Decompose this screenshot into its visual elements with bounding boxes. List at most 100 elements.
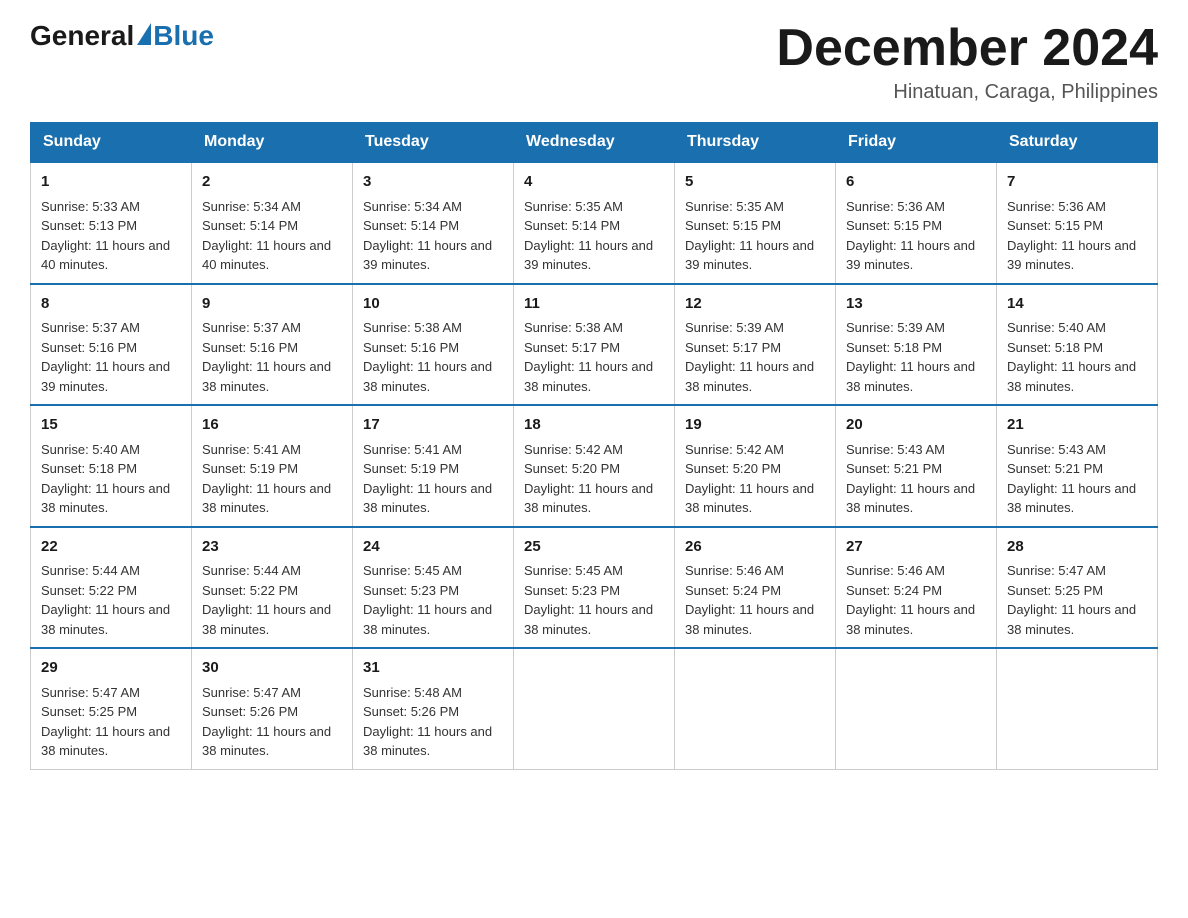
daylight-text: Daylight: 11 hours and 38 minutes.: [846, 602, 975, 637]
table-row: 12 Sunrise: 5:39 AM Sunset: 5:17 PM Dayl…: [675, 284, 836, 406]
table-row: 15 Sunrise: 5:40 AM Sunset: 5:18 PM Dayl…: [31, 405, 192, 527]
sunset-text: Sunset: 5:21 PM: [846, 461, 942, 476]
sunset-text: Sunset: 5:20 PM: [685, 461, 781, 476]
sunrise-text: Sunrise: 5:47 AM: [41, 685, 140, 700]
daylight-text: Daylight: 11 hours and 38 minutes.: [1007, 602, 1136, 637]
table-row: 17 Sunrise: 5:41 AM Sunset: 5:19 PM Dayl…: [353, 405, 514, 527]
sunset-text: Sunset: 5:17 PM: [685, 340, 781, 355]
header-thursday: Thursday: [675, 123, 836, 163]
sunset-text: Sunset: 5:22 PM: [202, 583, 298, 598]
table-row: 22 Sunrise: 5:44 AM Sunset: 5:22 PM Dayl…: [31, 527, 192, 649]
day-number: 3: [363, 171, 503, 194]
sunset-text: Sunset: 5:16 PM: [363, 340, 459, 355]
sunrise-text: Sunrise: 5:36 AM: [846, 199, 945, 214]
daylight-text: Daylight: 11 hours and 38 minutes.: [41, 602, 170, 637]
table-row: 2 Sunrise: 5:34 AM Sunset: 5:14 PM Dayli…: [192, 162, 353, 284]
calendar-week-row: 1 Sunrise: 5:33 AM Sunset: 5:13 PM Dayli…: [31, 162, 1158, 284]
sunrise-text: Sunrise: 5:45 AM: [363, 563, 462, 578]
day-number: 12: [685, 293, 825, 316]
header-monday: Monday: [192, 123, 353, 163]
day-number: 17: [363, 414, 503, 437]
sunset-text: Sunset: 5:25 PM: [1007, 583, 1103, 598]
daylight-text: Daylight: 11 hours and 38 minutes.: [1007, 359, 1136, 394]
sunrise-text: Sunrise: 5:38 AM: [363, 320, 462, 335]
sunrise-text: Sunrise: 5:38 AM: [524, 320, 623, 335]
sunrise-text: Sunrise: 5:33 AM: [41, 199, 140, 214]
table-row: 16 Sunrise: 5:41 AM Sunset: 5:19 PM Dayl…: [192, 405, 353, 527]
sunset-text: Sunset: 5:18 PM: [41, 461, 137, 476]
sunset-text: Sunset: 5:22 PM: [41, 583, 137, 598]
daylight-text: Daylight: 11 hours and 38 minutes.: [202, 359, 331, 394]
location-text: Hinatuan, Caraga, Philippines: [776, 81, 1158, 104]
sunset-text: Sunset: 5:14 PM: [202, 218, 298, 233]
daylight-text: Daylight: 11 hours and 38 minutes.: [685, 602, 814, 637]
daylight-text: Daylight: 11 hours and 40 minutes.: [41, 238, 170, 273]
daylight-text: Daylight: 11 hours and 38 minutes.: [41, 724, 170, 759]
daylight-text: Daylight: 11 hours and 39 minutes.: [846, 238, 975, 273]
header-friday: Friday: [836, 123, 997, 163]
table-row: [997, 648, 1158, 769]
table-row: 23 Sunrise: 5:44 AM Sunset: 5:22 PM Dayl…: [192, 527, 353, 649]
sunset-text: Sunset: 5:15 PM: [1007, 218, 1103, 233]
daylight-text: Daylight: 11 hours and 39 minutes.: [1007, 238, 1136, 273]
sunset-text: Sunset: 5:23 PM: [363, 583, 459, 598]
table-row: 10 Sunrise: 5:38 AM Sunset: 5:16 PM Dayl…: [353, 284, 514, 406]
table-row: [836, 648, 997, 769]
sunset-text: Sunset: 5:24 PM: [685, 583, 781, 598]
table-row: 21 Sunrise: 5:43 AM Sunset: 5:21 PM Dayl…: [997, 405, 1158, 527]
sunset-text: Sunset: 5:19 PM: [202, 461, 298, 476]
sunrise-text: Sunrise: 5:46 AM: [685, 563, 784, 578]
table-row: 3 Sunrise: 5:34 AM Sunset: 5:14 PM Dayli…: [353, 162, 514, 284]
sunrise-text: Sunrise: 5:37 AM: [202, 320, 301, 335]
daylight-text: Daylight: 11 hours and 40 minutes.: [202, 238, 331, 273]
day-number: 1: [41, 171, 181, 194]
sunset-text: Sunset: 5:20 PM: [524, 461, 620, 476]
day-number: 20: [846, 414, 986, 437]
sunrise-text: Sunrise: 5:39 AM: [846, 320, 945, 335]
sunset-text: Sunset: 5:25 PM: [41, 704, 137, 719]
sunrise-text: Sunrise: 5:46 AM: [846, 563, 945, 578]
daylight-text: Daylight: 11 hours and 38 minutes.: [1007, 481, 1136, 516]
daylight-text: Daylight: 11 hours and 38 minutes.: [202, 602, 331, 637]
table-row: [514, 648, 675, 769]
day-number: 28: [1007, 536, 1147, 559]
table-row: [675, 648, 836, 769]
sunrise-text: Sunrise: 5:47 AM: [1007, 563, 1106, 578]
calendar-week-row: 15 Sunrise: 5:40 AM Sunset: 5:18 PM Dayl…: [31, 405, 1158, 527]
sunset-text: Sunset: 5:18 PM: [1007, 340, 1103, 355]
day-number: 25: [524, 536, 664, 559]
day-number: 14: [1007, 293, 1147, 316]
page-header: General Blue December 2024 Hinatuan, Car…: [30, 20, 1158, 104]
sunrise-text: Sunrise: 5:37 AM: [41, 320, 140, 335]
day-number: 26: [685, 536, 825, 559]
sunrise-text: Sunrise: 5:41 AM: [202, 442, 301, 457]
sunrise-text: Sunrise: 5:45 AM: [524, 563, 623, 578]
table-row: 14 Sunrise: 5:40 AM Sunset: 5:18 PM Dayl…: [997, 284, 1158, 406]
day-number: 23: [202, 536, 342, 559]
sunrise-text: Sunrise: 5:34 AM: [363, 199, 462, 214]
table-row: 1 Sunrise: 5:33 AM Sunset: 5:13 PM Dayli…: [31, 162, 192, 284]
day-number: 5: [685, 171, 825, 194]
daylight-text: Daylight: 11 hours and 38 minutes.: [363, 481, 492, 516]
daylight-text: Daylight: 11 hours and 38 minutes.: [524, 359, 653, 394]
sunrise-text: Sunrise: 5:40 AM: [1007, 320, 1106, 335]
sunset-text: Sunset: 5:26 PM: [202, 704, 298, 719]
sunset-text: Sunset: 5:14 PM: [363, 218, 459, 233]
sunrise-text: Sunrise: 5:35 AM: [524, 199, 623, 214]
table-row: 4 Sunrise: 5:35 AM Sunset: 5:14 PM Dayli…: [514, 162, 675, 284]
table-row: 20 Sunrise: 5:43 AM Sunset: 5:21 PM Dayl…: [836, 405, 997, 527]
calendar-week-row: 22 Sunrise: 5:44 AM Sunset: 5:22 PM Dayl…: [31, 527, 1158, 649]
daylight-text: Daylight: 11 hours and 38 minutes.: [363, 724, 492, 759]
day-number: 21: [1007, 414, 1147, 437]
sunrise-text: Sunrise: 5:39 AM: [685, 320, 784, 335]
header-saturday: Saturday: [997, 123, 1158, 163]
sunrise-text: Sunrise: 5:40 AM: [41, 442, 140, 457]
table-row: 30 Sunrise: 5:47 AM Sunset: 5:26 PM Dayl…: [192, 648, 353, 769]
table-row: 5 Sunrise: 5:35 AM Sunset: 5:15 PM Dayli…: [675, 162, 836, 284]
day-number: 4: [524, 171, 664, 194]
calendar-table: Sunday Monday Tuesday Wednesday Thursday…: [30, 122, 1158, 770]
table-row: 7 Sunrise: 5:36 AM Sunset: 5:15 PM Dayli…: [997, 162, 1158, 284]
sunset-text: Sunset: 5:19 PM: [363, 461, 459, 476]
sunset-text: Sunset: 5:15 PM: [685, 218, 781, 233]
daylight-text: Daylight: 11 hours and 39 minutes.: [685, 238, 814, 273]
